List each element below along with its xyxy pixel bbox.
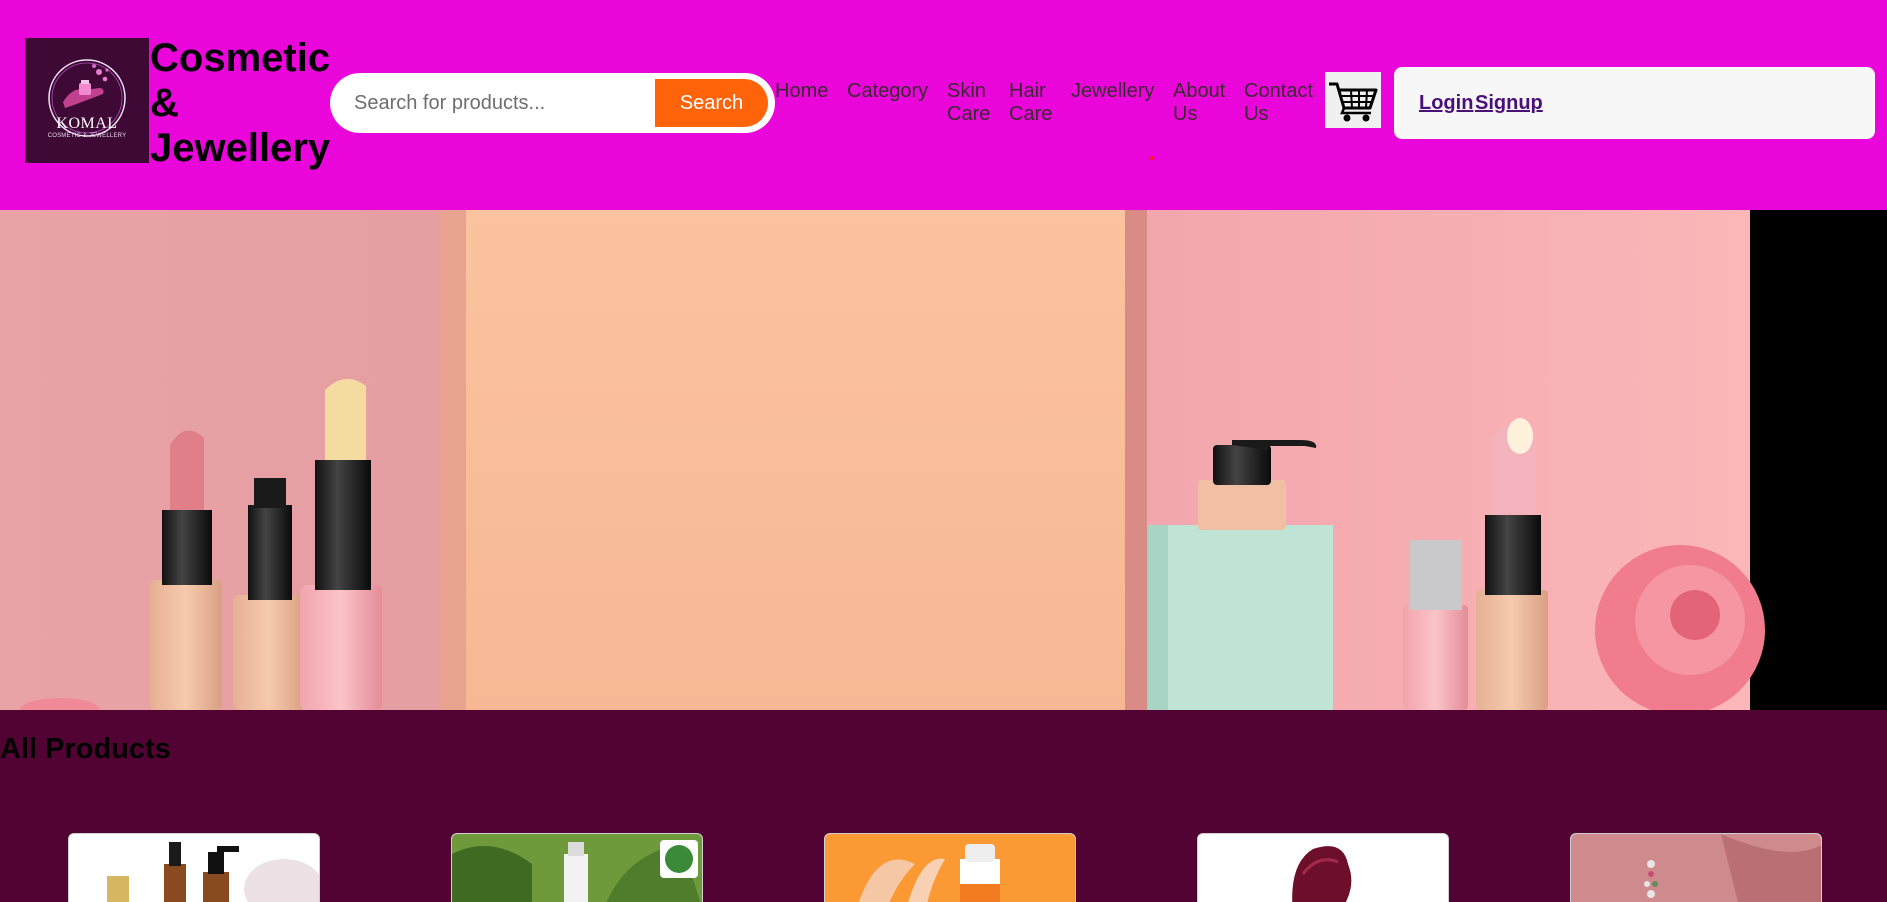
shopping-cart-icon [1329, 82, 1378, 122]
nav-item-home[interactable]: Home [775, 80, 835, 103]
product-card[interactable] [1570, 833, 1822, 902]
signup-link[interactable]: Signup [1475, 92, 1543, 115]
search-bar: Search [330, 73, 775, 133]
product-card[interactable] [824, 833, 1076, 902]
product-card[interactable] [1197, 833, 1449, 902]
brand-title: Cosmetic & Jewellery [150, 36, 331, 170]
hero-banner [0, 210, 1887, 710]
nav-indicator-dot [1150, 156, 1154, 160]
nav-item-hair-care[interactable]: Hair Care [1009, 80, 1057, 126]
search-input[interactable] [354, 85, 654, 121]
products-section-title: All Products [0, 733, 171, 765]
site-logo[interactable]: KOMAL COSMETIC & JEWELLERY [25, 38, 149, 163]
nav-item-category[interactable]: Category [847, 80, 932, 103]
search-button[interactable]: Search [655, 79, 768, 127]
hero-banner-image [0, 210, 1887, 710]
nav-item-skin-care[interactable]: Skin Care [947, 80, 995, 126]
cart-button[interactable] [1325, 72, 1381, 128]
site-header: KOMAL COSMETIC & JEWELLERY Cosmetic & Je… [0, 0, 1887, 210]
product-card[interactable] [68, 833, 320, 902]
product-image [1571, 834, 1821, 902]
auth-box: Login Signup [1394, 67, 1875, 139]
cosmetic-hand-logo-icon [48, 59, 126, 137]
login-link[interactable]: Login [1419, 92, 1473, 115]
product-image [1198, 834, 1448, 902]
product-image [452, 834, 702, 902]
logo-name: KOMAL [56, 115, 118, 132]
product-image [825, 834, 1075, 902]
product-card[interactable] [451, 833, 703, 902]
product-image [69, 834, 319, 902]
nav-item-about-us[interactable]: About Us [1173, 80, 1233, 126]
nav-item-jewellery[interactable]: Jewellery [1071, 80, 1156, 103]
nav-item-contact-us[interactable]: Contact Us [1244, 80, 1316, 126]
logo-tagline: COSMETIC & JEWELLERY [47, 133, 127, 139]
